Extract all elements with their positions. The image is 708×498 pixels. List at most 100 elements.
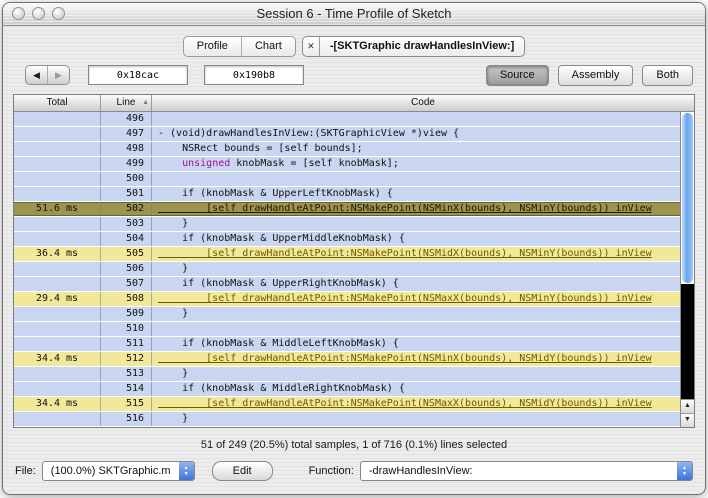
line-number-cell: 503 [101, 217, 152, 231]
window-titlebar[interactable]: Session 6 - Time Profile of Sketch [3, 3, 705, 26]
table-row[interactable]: 504 if (knobMask & UpperMiddleKnobMask) … [14, 232, 680, 247]
both-button[interactable]: Both [642, 65, 693, 86]
address-field-end[interactable] [204, 65, 304, 85]
table-row[interactable]: 501 if (knobMask & UpperLeftKnobMask) { [14, 187, 680, 202]
app-window: Session 6 - Time Profile of Sketch Profi… [2, 2, 706, 495]
table-row[interactable]: 514 if (knobMask & MiddleRightKnobMask) … [14, 382, 680, 397]
file-popup-value: (100.0%) SKTGraphic.m [43, 462, 179, 480]
column-header-line[interactable]: Line▲ [101, 95, 152, 111]
code-table-bodywrap: 496497- (void)drawHandlesInView:(SKTGrap… [14, 112, 694, 427]
scroll-down-arrow[interactable]: ▼ [681, 413, 694, 427]
code-cell: if (knobMask & MiddleLeftKnobMask) { [152, 337, 680, 351]
address-field-start[interactable] [88, 65, 188, 85]
code-cell [152, 172, 680, 186]
code-keyword: unsigned [182, 158, 230, 169]
code-cell: [self drawHandleAtPoint:NSMakePoint(NSMi… [152, 202, 680, 216]
assembly-button[interactable]: Assembly [558, 65, 634, 86]
tab-close-icon[interactable]: ✕ [303, 37, 320, 56]
tab-profile[interactable]: Profile [184, 37, 242, 56]
file-label: File: [15, 465, 36, 477]
file-popup[interactable]: (100.0%) SKTGraphic.m ▲▼ [42, 461, 195, 481]
tab-chart[interactable]: Chart [242, 37, 295, 56]
table-row[interactable]: 499 unsigned knobMask = [self knobMask]; [14, 157, 680, 172]
total-time-cell [14, 127, 101, 141]
scroll-up-arrow[interactable]: ▲ [681, 399, 694, 413]
table-row[interactable]: 513 } [14, 367, 680, 382]
total-time-cell [14, 232, 101, 246]
code-cell: [self drawHandleAtPoint:NSMakePoint(NSMi… [152, 247, 680, 261]
scrollbar-thumb[interactable] [682, 113, 693, 283]
table-row[interactable]: 506 } [14, 262, 680, 277]
table-row[interactable]: 51.6 ms502 [self drawHandleAtPoint:NSMak… [14, 202, 680, 217]
code-cell: if (knobMask & UpperMiddleKnobMask) { [152, 232, 680, 246]
view-tab-group: Profile Chart [183, 36, 296, 57]
total-time-cell [14, 322, 101, 336]
total-time-cell [14, 217, 101, 231]
code-cell: if (knobMask & UpperRightKnobMask) { [152, 277, 680, 291]
code-cell: NSRect bounds = [self bounds]; [152, 142, 680, 156]
total-time-cell: 29.4 ms [14, 292, 101, 306]
minimize-button[interactable] [32, 7, 45, 20]
code-cell [152, 112, 680, 126]
line-number-cell: 505 [101, 247, 152, 261]
function-popup[interactable]: -drawHandlesInView: ▲▼ [360, 461, 693, 481]
table-row[interactable]: 497- (void)drawHandlesInView:(SKTGraphic… [14, 127, 680, 142]
total-time-cell [14, 172, 101, 186]
table-row[interactable]: 511 if (knobMask & MiddleLeftKnobMask) { [14, 337, 680, 352]
table-row[interactable]: 509 } [14, 307, 680, 322]
forward-button[interactable]: ▶ [48, 66, 69, 84]
tab-code-browser[interactable]: ✕ -[SKTGraphic drawHandlesInView:] [302, 36, 525, 57]
code-cell: [self drawHandleAtPoint:NSMakePoint(NSMa… [152, 397, 680, 411]
column-header-line-label: Line [117, 97, 136, 108]
code-cell: [self drawHandleAtPoint:NSMakePoint(NSMi… [152, 352, 680, 366]
line-number-cell: 507 [101, 277, 152, 291]
table-row[interactable]: 503 } [14, 217, 680, 232]
total-time-cell [14, 382, 101, 396]
table-row[interactable]: 510 [14, 322, 680, 337]
table-row[interactable]: 500 [14, 172, 680, 187]
code-table-body: 496497- (void)drawHandlesInView:(SKTGrap… [14, 112, 680, 427]
view-mode-buttons: Source Assembly Both [486, 65, 693, 86]
function-popup-value: -drawHandlesInView: [361, 462, 677, 480]
status-bar: 51 of 249 (20.5%) total samples, 1 of 71… [3, 439, 705, 451]
total-time-cell [14, 112, 101, 126]
scrollbar-track[interactable] [681, 284, 694, 399]
source-button[interactable]: Source [486, 65, 549, 86]
table-row[interactable]: 498 NSRect bounds = [self bounds]; [14, 142, 680, 157]
column-header-code[interactable]: Code [152, 95, 694, 111]
footer-bar: File: (100.0%) SKTGraphic.m ▲▼ Edit Func… [15, 461, 693, 481]
code-cell: if (knobMask & MiddleRightKnobMask) { [152, 382, 680, 396]
total-time-cell [14, 367, 101, 381]
total-time-cell: 34.4 ms [14, 352, 101, 366]
table-row[interactable]: 34.4 ms515 [self drawHandleAtPoint:NSMak… [14, 397, 680, 412]
code-cell: unsigned knobMask = [self knobMask]; [152, 157, 680, 171]
code-text [158, 158, 182, 169]
zoom-button[interactable] [52, 7, 65, 20]
total-time-cell: 34.4 ms [14, 397, 101, 411]
table-row[interactable]: 36.4 ms505 [self drawHandleAtPoint:NSMak… [14, 247, 680, 262]
vertical-scrollbar[interactable]: ▲ ▼ [680, 112, 694, 427]
total-time-cell [14, 307, 101, 321]
line-number-cell: 515 [101, 397, 152, 411]
code-table: Total Line▲ Code 496497- (void)drawHandl… [13, 94, 695, 428]
table-row[interactable]: 516 } [14, 412, 680, 427]
table-row[interactable]: 34.4 ms512 [self drawHandleAtPoint:NSMak… [14, 352, 680, 367]
back-button[interactable]: ◀ [26, 66, 48, 84]
column-header-total[interactable]: Total [14, 95, 101, 111]
line-number-cell: 510 [101, 322, 152, 336]
total-time-cell: 36.4 ms [14, 247, 101, 261]
code-table-header: Total Line▲ Code [14, 95, 694, 112]
table-row[interactable]: 29.4 ms508 [self drawHandleAtPoint:NSMak… [14, 292, 680, 307]
line-number-cell: 511 [101, 337, 152, 351]
close-button[interactable] [12, 7, 25, 20]
line-number-cell: 502 [101, 202, 152, 216]
table-row[interactable]: 496 [14, 112, 680, 127]
code-cell: - (void)drawHandlesInView:(SKTGraphicVie… [152, 127, 680, 141]
popup-arrows-icon: ▲▼ [677, 462, 692, 480]
edit-button[interactable]: Edit [212, 461, 273, 481]
line-number-cell: 516 [101, 412, 152, 426]
table-row[interactable]: 507 if (knobMask & UpperRightKnobMask) { [14, 277, 680, 292]
total-time-cell [14, 187, 101, 201]
code-cell: } [152, 217, 680, 231]
code-cell: } [152, 307, 680, 321]
